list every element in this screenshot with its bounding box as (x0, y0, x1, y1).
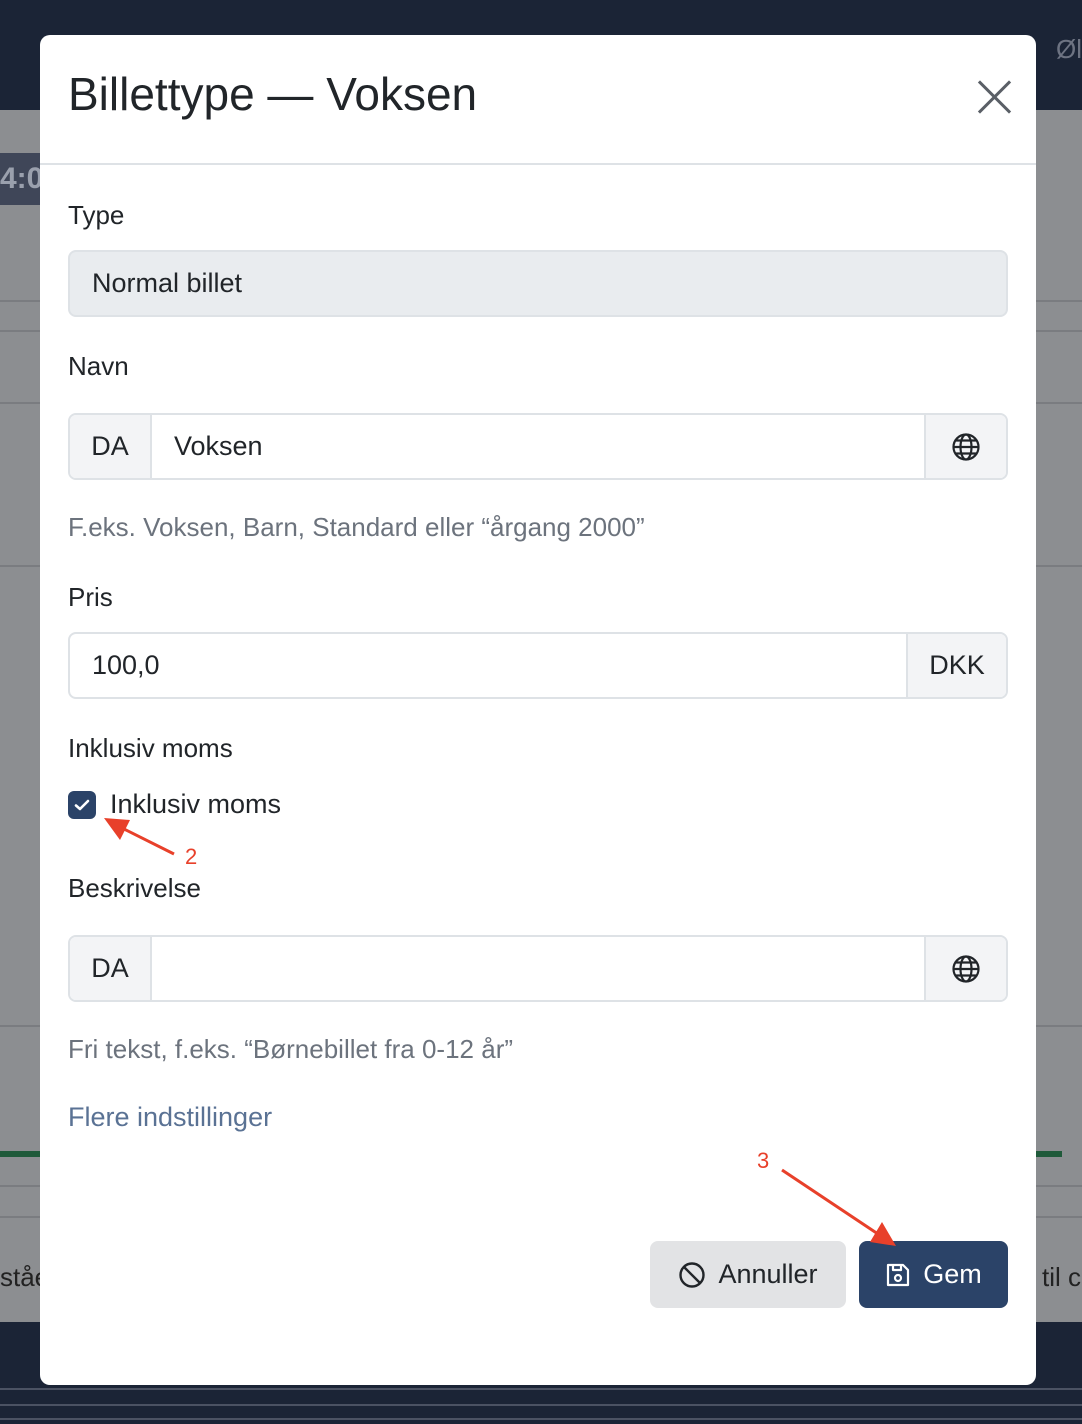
annotation-arrow-2 (104, 818, 175, 856)
annotation-marker-2: 2 (185, 844, 198, 869)
annotation-arrow-3 (781, 1168, 896, 1246)
annotation-arrows (104, 818, 896, 1246)
annotation-marker-3: 3 (757, 1148, 770, 1173)
